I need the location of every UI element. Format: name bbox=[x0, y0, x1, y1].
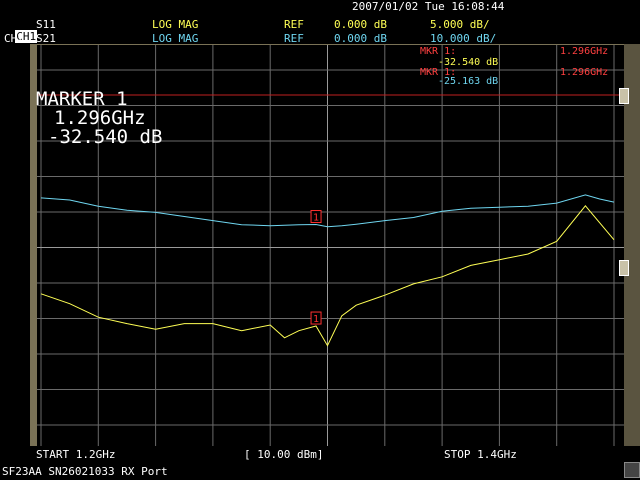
marker-readout-2-value: -25.163 dB bbox=[438, 76, 499, 87]
channel-2-id[interactable]: CH2 bbox=[4, 33, 24, 45]
datetime: 2007/01/02 Tue 16:08:44 bbox=[352, 0, 505, 13]
instrument-info: SF23AA SN26021033 RX Port bbox=[2, 465, 168, 478]
marker-readout-1-freq: 1.296GHz bbox=[560, 46, 609, 57]
scale-down-button[interactable] bbox=[619, 260, 629, 276]
softkey-strip bbox=[624, 44, 640, 446]
channel-1-scale: 5.000 dB/ bbox=[430, 18, 490, 31]
channel-1-ref-value: 0.000 dB bbox=[334, 18, 387, 31]
marker-panel-freq: 1.296GHz bbox=[54, 107, 146, 129]
channel-1-ref-label: REF bbox=[284, 18, 304, 31]
channel-1-param: S11 bbox=[36, 18, 56, 31]
marker-readout-2-freq: 1.296GHz bbox=[560, 67, 609, 78]
scale-up-button[interactable] bbox=[619, 88, 629, 104]
marker-panel-title: MARKER 1 bbox=[36, 88, 128, 110]
marker-s21[interactable]: 1 bbox=[310, 210, 322, 224]
channel-1-format: LOG MAG bbox=[152, 18, 199, 31]
stop-frequency: STOP 1.4GHz bbox=[444, 448, 517, 461]
marker-panel-value: -32.540 dB bbox=[48, 126, 163, 148]
marker-s11[interactable]: 1 bbox=[310, 311, 322, 325]
resize-handle[interactable] bbox=[624, 462, 640, 478]
marker-s11-label: 1 bbox=[313, 314, 319, 325]
marker-s21-label: 1 bbox=[313, 213, 319, 224]
source-power: [ 10.00 dBm] bbox=[244, 448, 324, 461]
start-frequency: START 1.2GHz bbox=[36, 448, 116, 461]
